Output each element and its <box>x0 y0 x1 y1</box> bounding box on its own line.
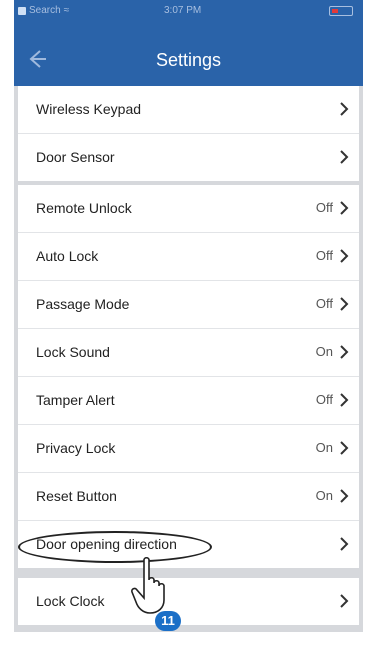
setting-row-door-sensor[interactable]: Door Sensor <box>18 134 359 181</box>
chevron-right-icon <box>340 537 349 551</box>
setting-value: Off <box>315 392 333 407</box>
status-time: 3:07 PM <box>164 5 202 16</box>
carrier-label: Search <box>29 5 61 16</box>
chevron-right-icon <box>340 201 349 215</box>
setting-label: Remote Unlock <box>36 200 132 216</box>
setting-value: On <box>315 344 333 359</box>
chevron-right-icon <box>340 150 349 164</box>
chevron-right-icon <box>340 594 349 608</box>
page-title: Settings <box>155 50 222 70</box>
setting-label: Tamper Alert <box>36 392 115 408</box>
setting-value: Off <box>315 296 333 311</box>
nav-bar: Settings <box>14 36 363 86</box>
setting-label: Passage Mode <box>36 296 130 312</box>
chevron-right-icon <box>340 249 349 263</box>
back-to-app[interactable]: Search ≈ <box>18 5 69 16</box>
status-bar: Search ≈ 3:07 PM <box>14 0 363 36</box>
setting-value: Off <box>315 200 333 215</box>
setting-value: On <box>315 440 333 455</box>
settings-group-2: Remote Unlock Off Auto Lock Off Passage … <box>18 185 359 568</box>
setting-row-auto-lock[interactable]: Auto Lock Off <box>18 233 359 281</box>
setting-label: Auto Lock <box>36 248 99 264</box>
pointing-hand-icon <box>131 556 165 614</box>
settings-group-3: Lock Clock <box>18 578 359 625</box>
chevron-right-icon <box>340 393 349 407</box>
chevron-right-icon <box>340 297 349 311</box>
chevron-right-icon <box>340 102 349 116</box>
chevron-right-icon <box>340 345 349 359</box>
setting-row-lock-sound[interactable]: Lock Sound On <box>18 329 359 377</box>
setting-label: Door Sensor <box>36 149 115 165</box>
setting-row-remote-unlock[interactable]: Remote Unlock Off <box>18 185 359 233</box>
chevron-right-icon <box>340 489 349 503</box>
battery-icon <box>329 6 353 16</box>
chevron-right-icon <box>340 441 349 455</box>
setting-label: Reset Button <box>36 488 117 504</box>
wifi-icon: ≈ <box>63 5 70 16</box>
step-number-badge: 11 <box>155 611 181 631</box>
back-arrow-icon <box>18 6 26 15</box>
setting-row-reset-button[interactable]: Reset Button On <box>18 473 359 521</box>
setting-label: Lock Sound <box>36 344 110 360</box>
setting-row-tamper-alert[interactable]: Tamper Alert Off <box>18 377 359 425</box>
settings-group-1: Wireless Keypad Door Sensor <box>18 86 359 181</box>
setting-label: Lock Clock <box>36 593 105 609</box>
setting-value: On <box>315 488 333 503</box>
setting-label: Privacy Lock <box>36 440 116 456</box>
setting-row-privacy-lock[interactable]: Privacy Lock On <box>18 425 359 473</box>
setting-row-lock-clock[interactable]: Lock Clock <box>18 578 359 625</box>
setting-label: Wireless Keypad <box>36 101 142 117</box>
setting-row-passage-mode[interactable]: Passage Mode Off <box>18 281 359 329</box>
setting-value: Off <box>315 248 333 263</box>
setting-row-wireless-keypad[interactable]: Wireless Keypad <box>18 86 359 134</box>
